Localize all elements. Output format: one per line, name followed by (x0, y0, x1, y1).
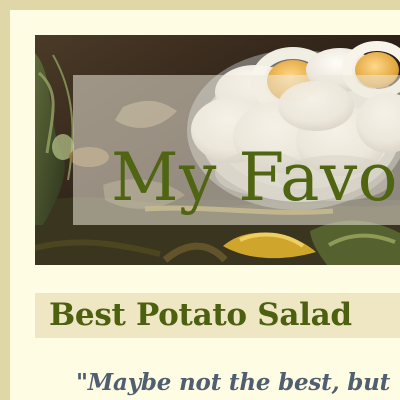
page-title: My Favo (111, 139, 399, 216)
recipe-title-bar: Best Potato Salad (35, 293, 400, 338)
hero-banner: My Favo (35, 35, 400, 265)
page: My Favo Best Potato Salad "Maybe not the… (10, 10, 400, 400)
title-overlay: My Favo (73, 75, 400, 225)
recipe-title: Best Potato Salad (49, 297, 352, 333)
recipe-quote: "Maybe not the best, but (76, 369, 391, 396)
